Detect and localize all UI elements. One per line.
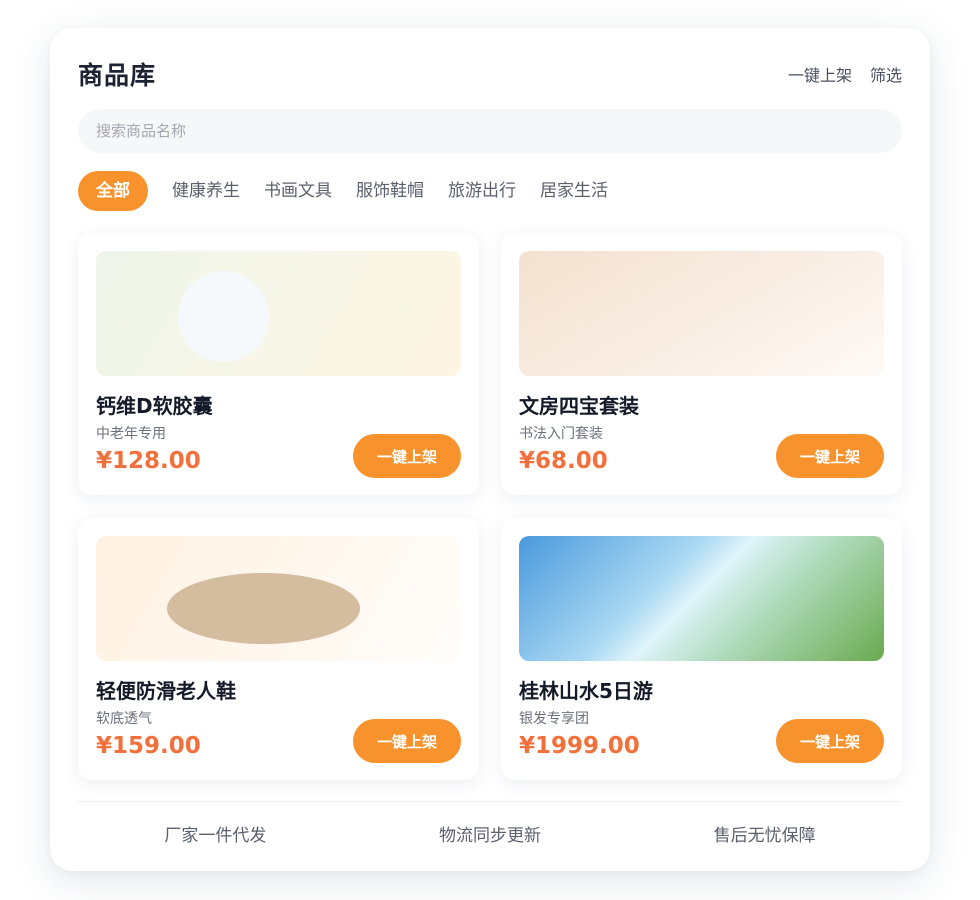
product-card[interactable]: 桂林山水5日游 银发专享团 ¥1999.00 一键上架 (501, 518, 902, 780)
publish-button[interactable]: 一键上架 (353, 434, 461, 478)
tab-health[interactable]: 健康养生 (160, 171, 252, 211)
product-price: ¥68.00 (519, 448, 608, 474)
product-name: 轻便防滑老人鞋 (96, 679, 236, 703)
tab-home[interactable]: 居家生活 (528, 171, 620, 211)
publish-button[interactable]: 一键上架 (776, 434, 884, 478)
tab-travel[interactable]: 旅游出行 (436, 171, 528, 211)
product-image (519, 536, 884, 661)
product-desc: 银发专享团 (519, 711, 589, 727)
tab-stationery[interactable]: 书画文具 (252, 171, 344, 211)
product-desc: 书法入门套装 (519, 426, 603, 442)
product-card[interactable]: 钙维D软胶囊 中老年专用 ¥128.00 一键上架 (78, 233, 479, 495)
shoe-image-shape (167, 573, 360, 644)
product-price: ¥128.00 (96, 448, 201, 474)
product-name: 文房四宝套装 (519, 394, 639, 418)
product-library-panel: 商品库 一键上架 筛选 全部 健康养生 书画文具 服饰鞋帽 旅游出行 居家生活 … (50, 28, 930, 871)
service-footer: 厂家一件代发 物流同步更新 售后无忧保障 (78, 818, 902, 848)
product-desc: 中老年专用 (96, 426, 166, 442)
product-image (96, 251, 461, 376)
bulk-publish-link[interactable]: 一键上架 (788, 62, 852, 86)
product-name: 钙维D软胶囊 (96, 394, 213, 418)
capsule-image-shape (178, 271, 269, 362)
footer-divider (78, 801, 902, 802)
filter-link[interactable]: 筛选 (870, 62, 902, 86)
category-tabs: 全部 健康养生 书画文具 服饰鞋帽 旅游出行 居家生活 (78, 171, 620, 211)
product-card[interactable]: 轻便防滑老人鞋 软底透气 ¥159.00 一键上架 (78, 518, 479, 780)
product-card[interactable]: 文房四宝套装 书法入门套装 ¥68.00 一键上架 (501, 233, 902, 495)
search-input[interactable] (78, 109, 902, 153)
tab-apparel[interactable]: 服饰鞋帽 (344, 171, 436, 211)
product-image (519, 251, 884, 376)
footer-logistics: 物流同步更新 (438, 825, 541, 846)
product-name: 桂林山水5日游 (519, 679, 653, 703)
footer-dropship: 厂家一件代发 (164, 825, 267, 846)
publish-button[interactable]: 一键上架 (776, 719, 884, 763)
panel-header: 商品库 一键上架 筛选 (78, 56, 902, 92)
header-actions: 一键上架 筛选 (788, 62, 902, 86)
publish-button[interactable]: 一键上架 (353, 719, 461, 763)
product-image (96, 536, 461, 661)
tab-all[interactable]: 全部 (78, 171, 148, 211)
product-desc: 软底透气 (96, 711, 152, 727)
page-title: 商品库 (78, 61, 157, 90)
product-price: ¥159.00 (96, 733, 201, 759)
product-price: ¥1999.00 (519, 733, 640, 759)
footer-aftersales: 售后无忧保障 (713, 825, 816, 846)
